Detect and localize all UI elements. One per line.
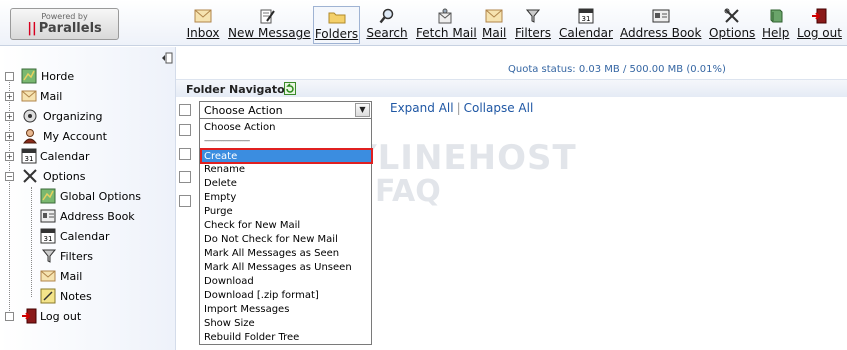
sidebar-item-global-options[interactable]: Global Options: [38, 188, 168, 206]
folder-row-checkbox[interactable]: [179, 171, 191, 183]
action-dropdown-list: Choose Action ------------------------ C…: [199, 118, 373, 345]
dropdown-option-check-new-mail[interactable]: Check for New Mail: [204, 220, 300, 232]
dropdown-option-rename[interactable]: Rename: [204, 164, 245, 176]
dropdown-option-choose-action[interactable]: Choose Action: [204, 122, 275, 134]
quota-status: Quota status: 0.03 MB / 500.00 MB (0.01%…: [508, 64, 726, 75]
fetch-mail-icon: [438, 8, 452, 24]
collapse-sidebar-icon[interactable]: [161, 52, 173, 64]
toolbar-mail-button[interactable]: Mail: [482, 8, 506, 42]
envelope-icon: [40, 270, 56, 282]
tree-expander[interactable]: [5, 312, 14, 321]
funnel-icon: [526, 9, 540, 23]
sidebar-item-mail-options[interactable]: Mail: [38, 268, 168, 286]
envelope-icon: [194, 9, 212, 23]
dropdown-option-delete[interactable]: Delete: [204, 178, 237, 190]
tree-expander[interactable]: +: [5, 152, 14, 161]
sidebar-item-organizing[interactable]: + Organizing: [5, 108, 165, 126]
map-icon: [21, 68, 37, 84]
tree-links: Expand All | Collapse All: [390, 101, 534, 115]
folder-row-checkbox[interactable]: [179, 148, 191, 160]
toolbar-filters-button[interactable]: Filters: [514, 8, 552, 42]
dropdown-separator: ------------------------: [204, 136, 250, 145]
toolbar-search-button[interactable]: Search: [366, 8, 408, 42]
magnifier-icon: [379, 8, 394, 24]
page-title: Folder Navigator: [186, 83, 291, 96]
sidebar-item-logout[interactable]: Log out: [5, 308, 165, 326]
toolbar-address-book-button[interactable]: Address Book: [620, 8, 701, 42]
toolbar-inbox-button[interactable]: Inbox: [185, 8, 221, 42]
compose-icon: [260, 9, 275, 24]
toolbar-new-message-button[interactable]: New Message: [228, 8, 311, 42]
collapse-all-link[interactable]: Collapse All: [464, 101, 534, 115]
dropdown-option-mark-all-unseen[interactable]: Mark All Messages as Unseen: [204, 262, 352, 274]
tree-expander[interactable]: +: [5, 112, 14, 121]
dropdown-option-show-size[interactable]: Show Size: [204, 318, 255, 330]
tree-line: [31, 187, 32, 297]
dropdown-option-download[interactable]: Download: [204, 276, 254, 288]
folder-row-checkbox[interactable]: [179, 124, 191, 136]
folder-row-checkbox[interactable]: [179, 195, 191, 207]
sidebar: Horde + Mail + Organizing + My Account +: [0, 47, 176, 350]
folder-icon: [328, 12, 345, 24]
dropdown-option-mark-all-seen[interactable]: Mark All Messages as Seen: [204, 248, 339, 260]
toolbar-options-button[interactable]: Options: [709, 8, 755, 42]
sidebar-item-calendar[interactable]: + 31 Calendar: [5, 148, 165, 166]
powered-by-text: Powered by: [41, 12, 88, 21]
address-card-icon: [40, 209, 56, 223]
svg-text:31: 31: [25, 155, 34, 163]
map-icon: [40, 188, 56, 204]
sidebar-item-my-account[interactable]: + My Account: [5, 128, 165, 146]
sidebar-item-filters[interactable]: Filters: [38, 248, 168, 266]
calendar-icon: 31: [21, 148, 37, 164]
toolbar-fetch-mail-button[interactable]: Fetch Mail: [416, 8, 477, 42]
sidebar-item-notes[interactable]: Notes: [38, 288, 168, 306]
tree-expander[interactable]: +: [5, 92, 14, 101]
sidebar-item-calendar-options[interactable]: 31 Calendar: [38, 228, 168, 246]
dropdown-option-do-not-check-new-mail[interactable]: Do Not Check for New Mail: [204, 234, 338, 246]
toolbar-help-button[interactable]: Help: [762, 8, 789, 42]
parallels-logo[interactable]: Powered by || Parallels: [10, 8, 119, 40]
envelope-icon: [21, 90, 37, 102]
tree-expander[interactable]: [5, 72, 14, 81]
tree-expander[interactable]: −: [5, 172, 14, 181]
address-card-icon: [652, 9, 669, 23]
refresh-icon[interactable]: [284, 82, 296, 95]
brand-name: || Parallels: [27, 21, 102, 36]
sidebar-item-options[interactable]: − Options: [5, 168, 165, 186]
sidebar-item-address-book[interactable]: Address Book: [38, 208, 168, 226]
expand-all-link[interactable]: Expand All: [390, 101, 454, 115]
dropdown-option-download-zip[interactable]: Download [.zip format]: [204, 290, 319, 302]
tools-icon: [724, 8, 739, 23]
user-icon: [22, 129, 38, 144]
svg-text:31: 31: [44, 235, 53, 243]
funnel-icon: [41, 249, 57, 263]
toolbar-calendar-button[interactable]: 31 Calendar: [559, 8, 613, 42]
dropdown-option-rebuild-folder-tree[interactable]: Rebuild Folder Tree: [204, 332, 299, 344]
organizer-icon: [23, 109, 37, 123]
envelope-icon: [485, 9, 503, 23]
toolbar-folders-button[interactable]: Folders: [313, 6, 360, 44]
exit-icon: [22, 308, 37, 324]
toolbar-logout-button[interactable]: Log out: [797, 8, 842, 42]
exit-icon: [812, 8, 827, 24]
tools-icon: [23, 169, 37, 183]
dropdown-option-create[interactable]: Create: [200, 148, 373, 164]
select-all-checkbox[interactable]: [179, 104, 191, 116]
dropdown-option-purge[interactable]: Purge: [204, 206, 233, 218]
tree-expander[interactable]: +: [5, 132, 14, 141]
sidebar-item-mail[interactable]: + Mail: [5, 88, 165, 106]
book-icon: [770, 9, 782, 23]
calendar-icon: 31: [40, 228, 56, 244]
chevron-down-icon[interactable]: ▼: [355, 103, 370, 117]
folder-navigator-header: Folder Navigator: [176, 79, 847, 97]
dropdown-option-import-messages[interactable]: Import Messages: [204, 304, 289, 316]
notepad-icon: [40, 288, 56, 304]
sidebar-item-horde[interactable]: Horde: [5, 68, 165, 86]
choose-action-select[interactable]: Choose Action ▼: [199, 101, 372, 119]
dropdown-option-empty[interactable]: Empty: [204, 192, 236, 204]
top-toolbar: Powered by || Parallels Inbox New Message…: [0, 0, 847, 46]
svg-text:31: 31: [581, 15, 590, 23]
calendar-icon: 31: [578, 8, 593, 24]
